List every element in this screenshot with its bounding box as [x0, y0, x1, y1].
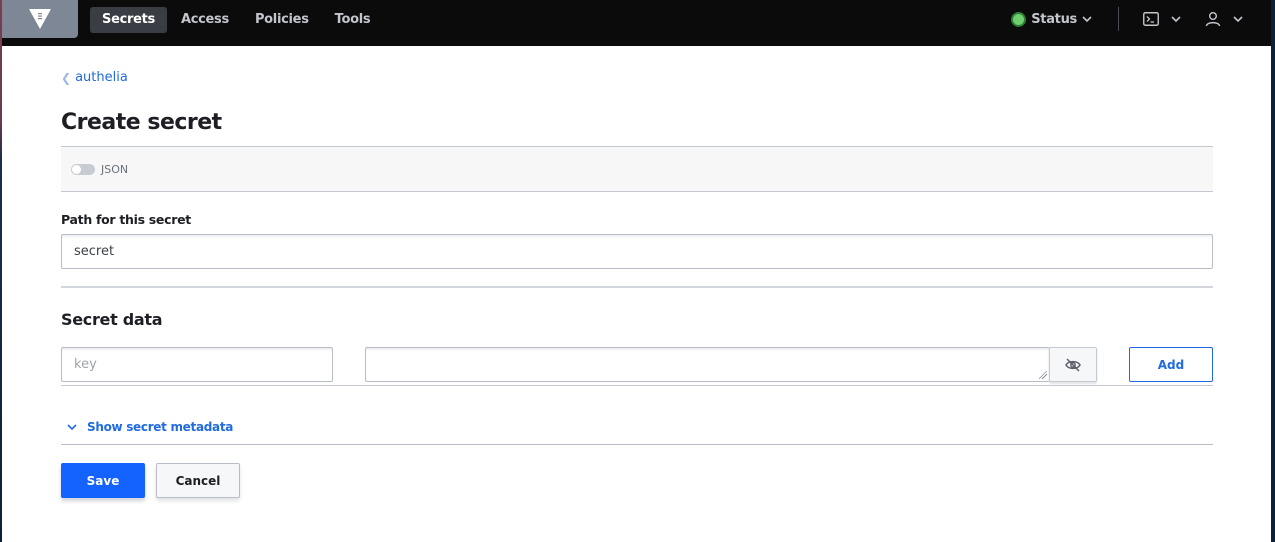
nav-divider: [1118, 7, 1119, 31]
console-menu-button[interactable]: [1143, 12, 1181, 26]
window-frame-right: [1271, 0, 1275, 542]
show-metadata-toggle[interactable]: Show secret metadata: [67, 420, 233, 434]
chevron-down-icon: [67, 424, 77, 431]
editor-toolbar: JSON: [61, 146, 1213, 192]
cancel-button[interactable]: Cancel: [156, 463, 240, 498]
vault-logo-icon: [29, 9, 51, 29]
user-menu-button[interactable]: [1205, 11, 1243, 27]
nav-link-tools[interactable]: Tools: [323, 7, 383, 33]
path-input[interactable]: secret: [61, 234, 1213, 269]
app-window: Secrets Access Policies Tools Status ❮ a…: [2, 0, 1271, 542]
json-toggle-switch[interactable]: [71, 163, 95, 175]
save-button[interactable]: Save: [61, 463, 145, 498]
chevron-left-icon: ❮: [61, 70, 72, 85]
user-icon: [1205, 12, 1221, 27]
secret-value-textarea[interactable]: [365, 347, 1050, 382]
secret-data-title: Secret data: [61, 310, 163, 329]
nav-link-policies[interactable]: Policies: [243, 7, 321, 33]
chevron-down-icon: [1082, 16, 1092, 23]
status-indicator-icon: [1011, 11, 1027, 27]
nav-right: Status: [1011, 0, 1271, 38]
toggle-mask-button[interactable]: [1049, 347, 1097, 382]
add-secret-button[interactable]: Add: [1129, 347, 1213, 382]
path-field-label: Path for this secret: [61, 212, 191, 227]
terminal-icon: [1143, 12, 1159, 26]
top-navbar: Secrets Access Policies Tools Status: [2, 0, 1271, 46]
status-label: Status: [1031, 11, 1077, 27]
show-metadata-label: Show secret metadata: [87, 420, 234, 434]
home-logo-button[interactable]: [2, 0, 78, 38]
status-menu-button[interactable]: Status: [1011, 11, 1092, 27]
breadcrumb-label: authelia: [75, 70, 128, 85]
eye-off-icon: [1065, 357, 1081, 372]
chevron-down-icon: [1233, 16, 1243, 23]
section-divider: [61, 286, 1213, 288]
nav-link-access[interactable]: Access: [169, 7, 241, 33]
secret-key-input[interactable]: key: [61, 347, 333, 382]
actions-divider: [61, 444, 1213, 445]
json-toggle-label: JSON: [101, 162, 129, 176]
page-title: Create secret: [61, 110, 222, 135]
breadcrumb-back-link[interactable]: ❮ authelia: [61, 70, 128, 85]
resize-handle-icon[interactable]: [1039, 371, 1047, 379]
chevron-down-icon: [1171, 16, 1181, 23]
primary-nav: Secrets Access Policies Tools: [90, 7, 382, 33]
row-divider: [61, 385, 1213, 386]
nav-link-secrets[interactable]: Secrets: [90, 7, 167, 33]
